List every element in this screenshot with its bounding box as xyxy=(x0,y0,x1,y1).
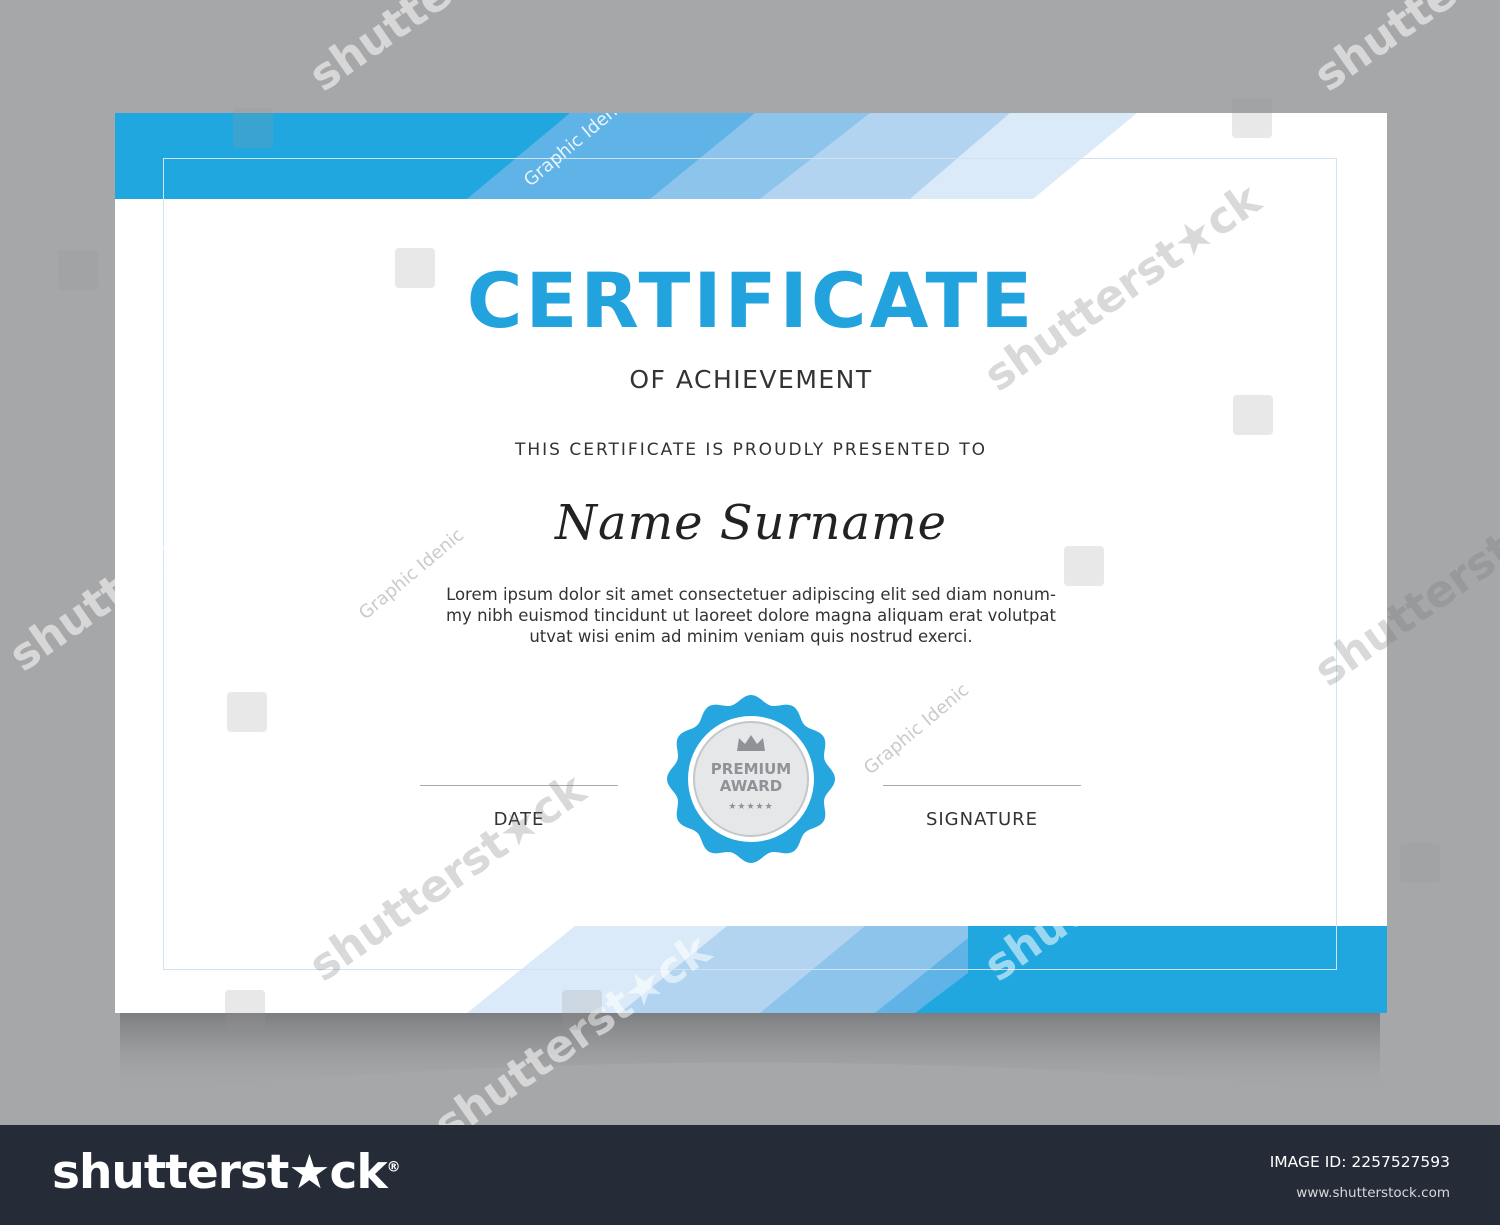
watermark-logo-icon xyxy=(1400,843,1440,883)
body-line: my nibh euismod tincidunt ut laoreet dol… xyxy=(445,606,1056,625)
body-line: utvat wisi enim ad minim veniam quis nos… xyxy=(529,627,973,646)
seal-line-premium: PREMIUM xyxy=(710,760,792,778)
image-id: IMAGE ID: 2257527593 xyxy=(1269,1153,1450,1171)
presented-to-text: THIS CERTIFICATE IS PROUDLY PRESENTED TO xyxy=(514,440,988,460)
body-paragraph: Lorem ipsum dolor sit amet consectetuer … xyxy=(381,584,1121,647)
stock-url[interactable]: www.shutterstock.com xyxy=(1296,1185,1450,1201)
watermark-logo-icon xyxy=(1232,98,1272,138)
stock-footer: shutterst★ck® IMAGE ID: 2257527593 www.s… xyxy=(0,1125,1500,1225)
watermark-logo-icon xyxy=(58,250,98,290)
stock-watermark: shutterst★ck xyxy=(1305,0,1500,102)
body-line: Lorem ipsum dolor sit amet consectetuer … xyxy=(446,585,1056,604)
date-line xyxy=(420,785,618,786)
certificate-shadow xyxy=(120,1005,1380,1095)
certificate-subtitle: OF ACHIEVEMENT xyxy=(629,365,873,394)
watermark-logo-icon xyxy=(1064,546,1104,586)
certificate: CERTIFICATE OF ACHIEVEMENT THIS CERTIFIC… xyxy=(115,113,1387,1013)
stock-preview-stage: CERTIFICATE OF ACHIEVEMENT THIS CERTIFIC… xyxy=(0,0,1500,1125)
watermark-logo-icon xyxy=(1233,395,1273,435)
watermark-logo-icon xyxy=(562,990,602,1030)
registered-mark: ® xyxy=(386,1159,401,1176)
recipient-name: Name Surname xyxy=(555,495,947,551)
seal-label: PREMIUM AWARD xyxy=(665,761,837,795)
stock-watermark: shutterst★ck xyxy=(300,0,595,102)
signature-line xyxy=(883,785,1081,786)
crown-icon xyxy=(737,735,765,751)
certificate-title: CERTIFICATE xyxy=(466,256,1036,345)
watermark-logo-icon xyxy=(227,692,267,732)
watermark-logo-icon xyxy=(395,248,435,288)
date-label: DATE xyxy=(493,809,545,830)
signature-label: SIGNATURE xyxy=(925,809,1039,830)
seal-line-award: AWARD xyxy=(719,777,783,795)
watermark-logo-icon xyxy=(233,108,273,148)
stock-logo[interactable]: shutterst★ck® xyxy=(52,1145,401,1200)
watermark-logo-icon xyxy=(225,990,265,1030)
stock-logo-text: shutterst★ck xyxy=(52,1145,388,1200)
seal-stars: ★★★★★ xyxy=(728,801,774,811)
